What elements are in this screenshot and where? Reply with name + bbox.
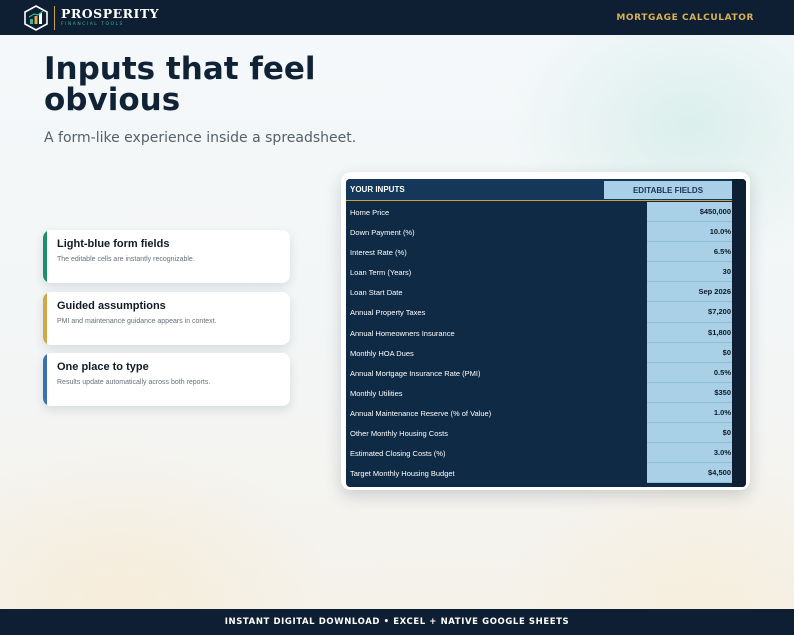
sheet-header-inputs: YOUR INPUTS: [350, 185, 405, 194]
feature-description: PMI and maintenance guidance appears in …: [57, 318, 217, 325]
hexagon-bar-chart-icon: [24, 4, 48, 31]
sheet-row-label: Loan Start Date: [350, 288, 403, 298]
sheet-rows: Home Price $450,000 Down Payment (%) 10.0% I…: [346, 202, 746, 484]
editable-field-cell[interactable]: $1,800: [647, 322, 732, 343]
sheet-row: Other Monthly Housing Costs $0: [346, 423, 746, 444]
editable-field-cell[interactable]: 3.0%: [647, 443, 732, 464]
feature-title: Light-blue form fields: [57, 238, 170, 250]
editable-field-cell[interactable]: $350: [647, 382, 732, 403]
sheet-row: Monthly HOA Dues $0: [346, 342, 746, 363]
brand-subtitle: FINANCIAL TOOLS: [61, 21, 124, 27]
sheet-row-label: Target Monthly Housing Budget: [350, 469, 455, 479]
footer-banner: INSTANT DIGITAL DOWNLOAD • EXCEL + NATIV…: [0, 609, 794, 635]
brand-name: PROSPERITY: [61, 6, 160, 21]
sheet-row: Annual Mortgage Insurance Rate (PMI) 0.5%: [346, 362, 746, 383]
brand[interactable]: PROSPERITY FINANCIAL TOOLS: [24, 4, 160, 31]
sheet-row-label: Loan Term (Years): [350, 268, 412, 278]
sheet-row: Annual Homeowners Insurance $1,800: [346, 322, 746, 343]
sheet-row: Estimated Closing Costs (%) 3.0%: [346, 443, 746, 464]
sheet-row-label: Monthly HOA Dues: [350, 348, 414, 358]
card-accent-bar: [43, 292, 47, 345]
editable-field-cell[interactable]: $0: [647, 423, 732, 444]
spreadsheet-inputs: YOUR INPUTS EDITABLE FIELDS Home Price $4…: [346, 179, 746, 487]
sheet-row: Target Monthly Housing Budget $4,500: [346, 463, 746, 484]
sheet-row: Loan Term (Years) 30: [346, 262, 746, 283]
editable-field-cell[interactable]: 0.5%: [647, 362, 732, 383]
editable-field-cell[interactable]: 30: [647, 262, 732, 283]
sheet-row-label: Annual Mortgage Insurance Rate (PMI): [350, 368, 481, 378]
feature-description: The editable cells are instantly recogni…: [57, 256, 195, 263]
sheet-row: Interest Rate (%) 6.5%: [346, 242, 746, 263]
brand-text: PROSPERITY FINANCIAL TOOLS: [61, 6, 160, 27]
sheet-row-label: Other Monthly Housing Costs: [350, 429, 448, 439]
feature-title: Guided assumptions: [57, 300, 166, 312]
sheet-row: Home Price $450,000: [346, 202, 746, 223]
sheet-row-label: Down Payment (%): [350, 228, 415, 238]
top-bar: PROSPERITY FINANCIAL TOOLS MORTGAGE CALC…: [0, 0, 794, 35]
page-title: Inputs that feel obvious: [44, 51, 316, 118]
card-accent-bar: [43, 353, 47, 406]
editable-field-cell[interactable]: $450,000: [647, 202, 732, 223]
feature-card-assumptions: Guided assumptions PMI and maintenance g…: [43, 292, 290, 345]
sheet-row: Monthly Utilities $350: [346, 382, 746, 403]
card-accent-bar: [43, 230, 47, 283]
sheet-row-label: Annual Property Taxes: [350, 308, 426, 318]
brand-divider: [54, 5, 55, 30]
sheet-row-label: Annual Homeowners Insurance: [350, 328, 455, 338]
editable-field-cell[interactable]: $0: [647, 342, 732, 363]
sheet-row-label: Annual Maintenance Reserve (% of Value): [350, 408, 492, 418]
sheet-gutter: [732, 179, 746, 487]
sheet-header: YOUR INPUTS EDITABLE FIELDS: [346, 179, 746, 201]
editable-field-cell[interactable]: 1.0%: [647, 402, 732, 424]
sheet-row: Annual Maintenance Reserve (% of Value) 1…: [346, 402, 746, 424]
sheet-row: Loan Start Date Sep 2026: [346, 282, 746, 303]
sheet-row-label: Home Price: [350, 208, 390, 217]
feature-card-one-place: One place to type Results update automat…: [43, 353, 290, 406]
editable-field-cell[interactable]: 6.5%: [647, 242, 732, 263]
editable-field-cell[interactable]: Sep 2026: [647, 282, 732, 303]
sheet-header-editable-fields: EDITABLE FIELDS: [604, 181, 732, 199]
feature-description: Results update automatically across both…: [57, 379, 211, 386]
page-subtitle: A form-like experience inside a spreadsh…: [44, 130, 357, 146]
editable-field-cell[interactable]: 10.0%: [647, 222, 732, 243]
editable-field-cell[interactable]: $7,200: [647, 302, 732, 323]
sheet-row: Annual Property Taxes $7,200: [346, 302, 746, 323]
sheet-row: Down Payment (%) 10.0%: [346, 222, 746, 243]
sheet-row-label: Estimated Closing Costs (%): [350, 449, 446, 459]
sheet-row-label: Interest Rate (%): [350, 248, 407, 258]
feature-card-form-fields: Light-blue form fields The editable cell…: [43, 230, 290, 283]
editable-field-cell[interactable]: $4,500: [647, 463, 732, 484]
sheet-row-label: Monthly Utilities: [350, 388, 403, 398]
nav-mortgage-calculator[interactable]: MORTGAGE CALCULATOR: [616, 13, 754, 23]
feature-title: One place to type: [57, 361, 149, 373]
